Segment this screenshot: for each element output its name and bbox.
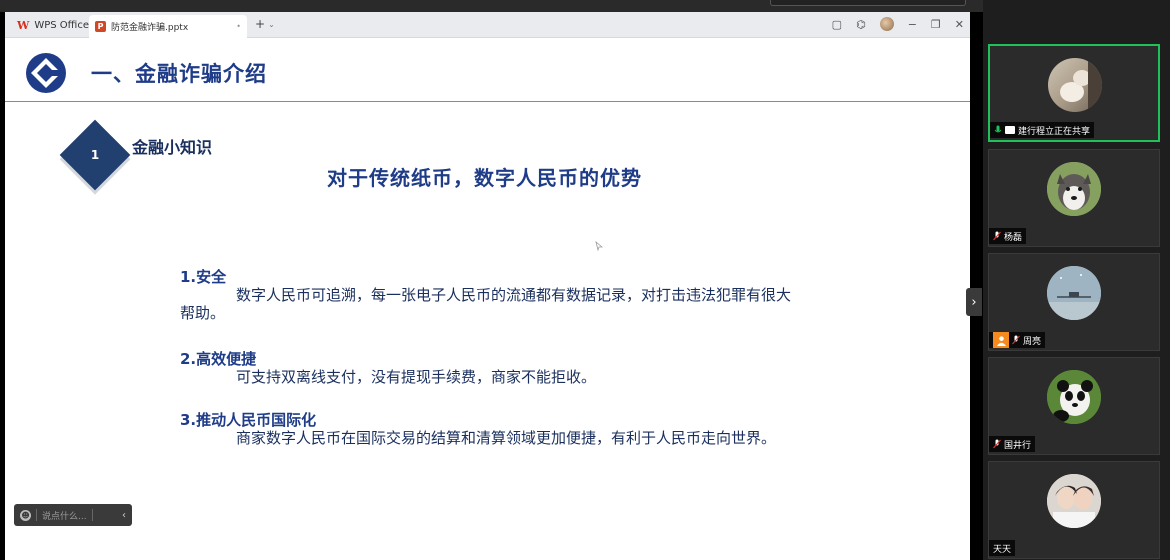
sky-avatar xyxy=(1047,266,1101,320)
point-efficiency: 2.高效便捷 可支持双离线支付，没有提现手续费，商家不能拒收。 xyxy=(180,350,800,386)
participant-tile[interactable]: 天天 xyxy=(988,461,1160,559)
point-title: 3.推动人民币国际化 xyxy=(180,411,317,429)
chevron-down-icon[interactable]: ⌄ xyxy=(268,20,275,29)
chat-placeholder: 说点什么... xyxy=(42,511,87,522)
participant-tile[interactable]: 周亮 xyxy=(988,253,1160,351)
tab-document[interactable]: P 防范金融诈骗.pptx • xyxy=(89,15,247,38)
panel-toggle-button[interactable]: › xyxy=(966,288,982,316)
photo-avatar xyxy=(1047,474,1101,528)
point-body: 商家数字人民币在国际交易的结算和清算领域更加便捷，有利于人民币走向世界。 xyxy=(236,429,777,447)
divider xyxy=(36,509,37,521)
point-title: 2.高效便捷 xyxy=(180,350,257,368)
top-strip xyxy=(0,0,983,12)
mic-muted-icon xyxy=(1012,335,1020,345)
doc-tab-label: 防范金融诈骗.pptx xyxy=(111,23,189,33)
minimize-button[interactable]: − xyxy=(908,18,917,31)
participant-tile[interactable]: 杨磊 xyxy=(988,149,1160,247)
point-body: 可支持双离线支付，没有提现手续费，商家不能拒收。 xyxy=(236,368,597,386)
person-icon xyxy=(993,332,1009,348)
participant-panel: 建行程立正在共享 杨磊 周亮 国井行 天天 xyxy=(983,0,1170,560)
mic-on-icon xyxy=(994,125,1002,133)
point-body: 数字人民币可追溯，每一张电子人民币的流通都有数据记录，对打击违法犯罪有很大帮助。 xyxy=(180,286,792,322)
point-title: 1.安全 xyxy=(180,268,227,286)
slide-header-title: 一、金融诈骗介绍 xyxy=(91,62,267,86)
slide-header: 一、金融诈骗介绍 xyxy=(5,38,970,102)
meeting-app: W WPS Office P 防范金融诈骗.pptx • + ⌄ ▢ ⌬ − ❐… xyxy=(0,0,1170,560)
emoji-icon[interactable]: ☻ xyxy=(20,509,31,521)
participant-name-tag: 国井行 xyxy=(989,436,1036,452)
participant-name-tag: 天天 xyxy=(989,540,1016,556)
mic-muted-icon xyxy=(993,439,1001,449)
subtopic-title: 金融小知识 xyxy=(132,138,213,157)
chevron-left-icon[interactable]: ‹ xyxy=(122,510,126,521)
panda-avatar xyxy=(1047,370,1101,424)
mouse-cursor-icon xyxy=(595,241,603,251)
cat-avatar xyxy=(1048,58,1102,112)
participant-name: 天天 xyxy=(993,544,1012,555)
wps-home-tab[interactable]: W WPS Office xyxy=(9,15,97,36)
participant-name: 国井行 xyxy=(1004,440,1032,451)
tab-bar: W WPS Office P 防范金融诈骗.pptx • + ⌄ ▢ ⌬ − ❐… xyxy=(5,12,970,38)
close-button[interactable]: ✕ xyxy=(955,18,964,31)
shared-screen: W WPS Office P 防范金融诈骗.pptx • + ⌄ ▢ ⌬ − ❐… xyxy=(0,0,983,560)
unsaved-dot-icon[interactable]: • xyxy=(236,22,241,31)
participant-tile[interactable]: 建行程立正在共享 xyxy=(988,44,1160,142)
box-icon[interactable]: ▢ xyxy=(832,18,842,31)
point-security: 1.安全 数字人民币可追溯，每一张电子人民币的流通都有数据记录，对打击违法犯罪有… xyxy=(180,268,800,322)
participant-name: 杨磊 xyxy=(1004,232,1023,243)
point-internationalization: 3.推动人民币国际化 商家数字人民币在国际交易的结算和清算领域更加便捷，有利于人… xyxy=(180,411,800,447)
ppt-file-icon: P xyxy=(95,21,106,32)
participant-name: 建行程立正在共享 xyxy=(1018,126,1091,137)
participant-name-tag: 杨磊 xyxy=(989,228,1027,244)
divider xyxy=(91,509,93,521)
wps-home-label: WPS Office xyxy=(34,20,89,31)
cube-icon[interactable]: ⌬ xyxy=(856,18,866,31)
slide-main-title: 对于传统纸币，数字人民币的优势 xyxy=(327,166,642,190)
participant-name: 周亮 xyxy=(1023,336,1042,347)
mic-muted-icon xyxy=(993,231,1001,241)
participant-tile[interactable]: 国井行 xyxy=(988,357,1160,455)
wps-logo-icon: W xyxy=(17,19,30,32)
window-controls: ▢ ⌬ − ❐ ✕ xyxy=(832,17,964,31)
husky-avatar xyxy=(1047,162,1101,216)
top-strip-field xyxy=(770,0,966,6)
screen-share-icon xyxy=(1005,126,1015,134)
plus-icon: + xyxy=(255,17,266,31)
chat-input[interactable]: ☻ 说点什么... ‹ xyxy=(14,504,132,526)
new-tab-button[interactable]: + ⌄ xyxy=(255,17,275,31)
slide-canvas: 一、金融诈骗介绍 1 金融小知识 对于传统纸币，数字人民币的优势 1.安全 数字… xyxy=(5,38,970,560)
participant-name-tag: 建行程立正在共享 xyxy=(990,122,1095,138)
restore-button[interactable]: ❐ xyxy=(931,18,941,31)
user-avatar[interactable] xyxy=(879,17,894,31)
participant-name-tag: 周亮 xyxy=(989,332,1046,348)
bank-logo-icon xyxy=(26,53,66,93)
